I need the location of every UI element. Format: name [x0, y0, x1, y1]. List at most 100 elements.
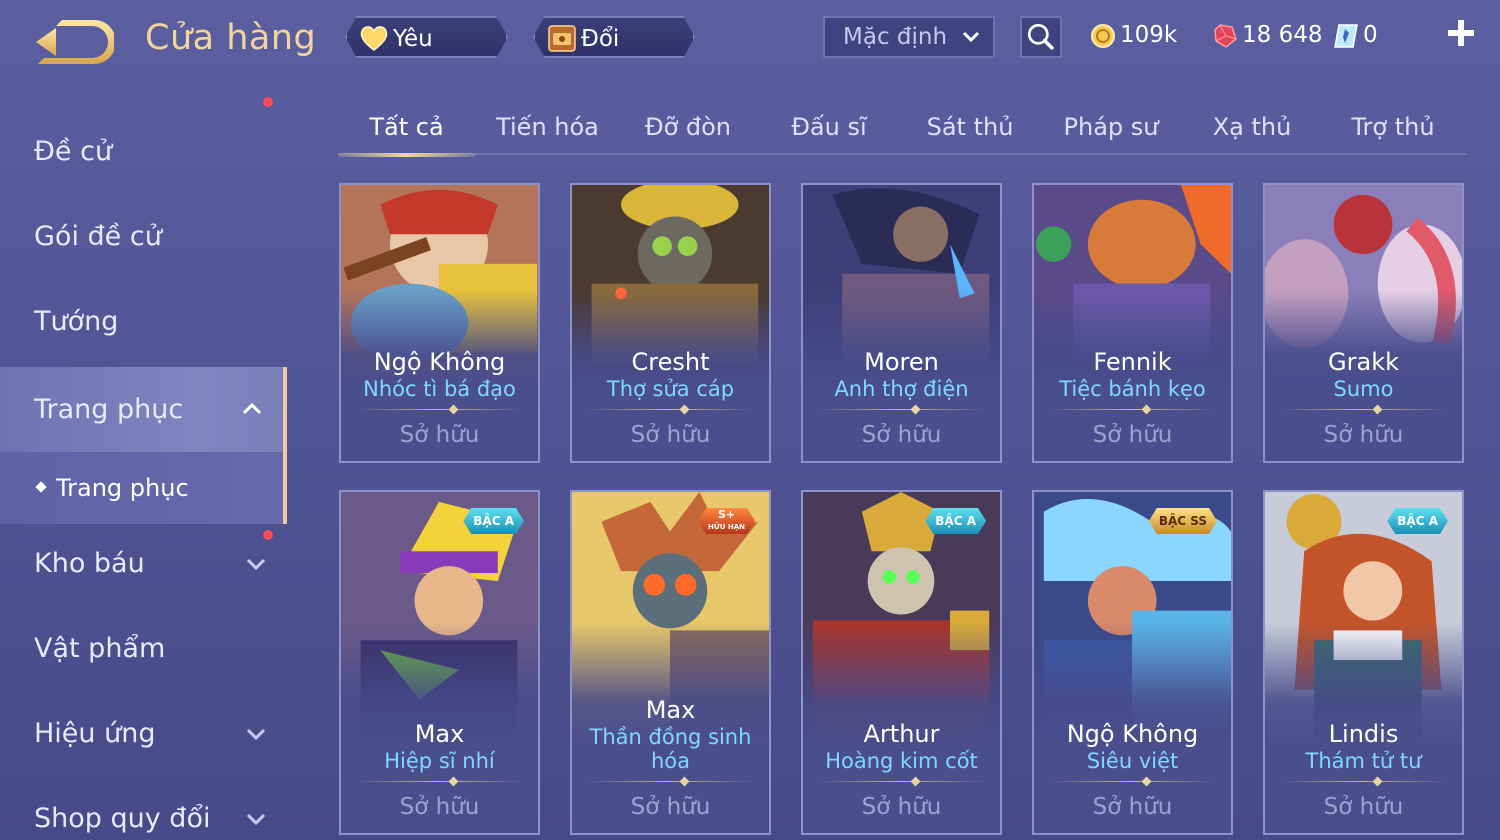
- chevron-down-icon: [246, 813, 266, 826]
- owned-status: Sở hữu: [1323, 422, 1404, 448]
- skin-name: Thợ sửa cáp: [606, 377, 735, 401]
- tier-badge-label: S+: [717, 508, 736, 521]
- skin-name: Siêu việt: [1086, 749, 1179, 773]
- skin-card[interactable]: Ngộ Không Nhóc tì bá đạo Sở hữu: [339, 183, 540, 463]
- card-info: Grakk Sumo Sở hữu: [1265, 347, 1462, 461]
- hero-name: Ngộ Không: [1066, 720, 1199, 748]
- tier-badge-sub: HỮU HẠN: [708, 523, 745, 531]
- owned-status: Sở hữu: [399, 422, 480, 448]
- sidebar: Đề cử Gói đề cử Tướng Trang phục Trang p…: [0, 97, 287, 840]
- skin-card[interactable]: Grakk Sumo Sở hữu: [1263, 183, 1464, 463]
- back-arrow-icon[interactable]: [34, 20, 114, 66]
- tab-assassin[interactable]: Sát thủ: [902, 105, 1038, 155]
- skin-card[interactable]: S+ HỮU HẠN Max Thần đồng sinh hóa Sở hữu: [570, 490, 771, 835]
- sidebar-item-skins[interactable]: Trang phục: [0, 367, 287, 452]
- exchange-fragments-button[interactable]: Đổi mảnh: [533, 16, 695, 58]
- gold-amount: 109k: [1120, 22, 1178, 48]
- tab-marksman[interactable]: Xạ thủ: [1184, 105, 1320, 155]
- card-divider: [586, 403, 755, 417]
- skin-card[interactable]: BẬC A Lindis Thám tử tư Sở hữu: [1263, 490, 1464, 835]
- hero-name: Cresht: [631, 348, 710, 376]
- card-info: Ngộ Không Siêu việt Sở hữu: [1034, 719, 1231, 833]
- owned-status: Sở hữu: [630, 794, 711, 820]
- sidebar-subitem-skins[interactable]: Trang phục: [0, 452, 287, 524]
- owned-status: Sở hữu: [1092, 422, 1173, 448]
- card-divider: [1279, 403, 1448, 417]
- owned-status: Sở hữu: [630, 422, 711, 448]
- skin-name: Nhóc tì bá đạo: [363, 377, 516, 401]
- skin-name: Tiệc bánh kẹo: [1059, 377, 1206, 401]
- sort-value: Mặc định: [843, 24, 948, 50]
- category-tabs: Tất cả Tiến hóa Đỡ đòn Đấu sĩ Sát thủ Ph…: [338, 105, 1466, 157]
- tier-badge: BẬC SS: [1149, 508, 1217, 534]
- skin-card[interactable]: BẬC SS Ngộ Không Siêu việt Sở hữu: [1032, 490, 1233, 835]
- hero-name: Max: [645, 696, 696, 724]
- card-info: Cresht Thợ sửa cáp Sở hữu: [572, 347, 769, 461]
- card-info: Moren Anh thợ điện Sở hữu: [803, 347, 1000, 461]
- top-bar: Cửa hàng Yêu thích Đổi mảnh Mặc định 109…: [0, 0, 1500, 80]
- search-button[interactable]: [1020, 16, 1062, 58]
- chevron-up-icon: [242, 402, 262, 415]
- sort-dropdown[interactable]: Mặc định: [823, 16, 995, 58]
- tab-fighter[interactable]: Đấu sĩ: [762, 105, 896, 155]
- sidebar-item-treasure[interactable]: Kho báu: [0, 524, 287, 604]
- skin-card[interactable]: Cresht Thợ sửa cáp Sở hữu: [570, 183, 771, 463]
- tab-support[interactable]: Trợ thủ: [1325, 105, 1461, 155]
- card-divider: [817, 403, 986, 417]
- gem-balance: 18 648: [1212, 18, 1322, 52]
- tab-all[interactable]: Tất cả: [338, 105, 475, 157]
- tier-badge: S+ HỮU HẠN: [698, 508, 755, 534]
- sidebar-item-items[interactable]: Vật phẩm: [0, 609, 287, 689]
- sidebar-item-exchange-shop[interactable]: Shop quy đổi: [0, 779, 287, 840]
- owned-status: Sở hữu: [1323, 794, 1404, 820]
- skin-card[interactable]: BẬC A Max Hiệp sĩ nhí Sở hữu: [339, 490, 540, 835]
- card-divider: [1048, 775, 1217, 789]
- sidebar-item-label: Hiệu ứng: [34, 718, 156, 749]
- tab-evolution[interactable]: Tiến hóa: [480, 105, 615, 155]
- skin-name: Thám tử tư: [1305, 749, 1422, 773]
- chevron-down-icon: [246, 728, 266, 741]
- sidebar-item-featured[interactable]: Đề cử: [0, 112, 287, 192]
- card-divider: [355, 775, 524, 789]
- page-title: Cửa hàng: [145, 18, 317, 58]
- chevron-down-icon: [962, 31, 980, 43]
- notification-dot: [263, 530, 273, 540]
- chevron-down-icon: [246, 558, 266, 571]
- exchange-label: Đổi mảnh: [581, 26, 647, 94]
- card-info: Max Thần đồng sinh hóa Sở hữu: [572, 695, 769, 833]
- hero-name: Lindis: [1328, 720, 1399, 748]
- skin-card[interactable]: Fennik Tiệc bánh kẹo Sở hữu: [1032, 183, 1233, 463]
- card-divider: [355, 403, 524, 417]
- skin-card[interactable]: BẬC A Arthur Hoàng kim cốt Sở hữu: [801, 490, 1002, 835]
- tier-badge: BẬC A: [925, 508, 986, 534]
- voucher-icon: [1334, 23, 1358, 48]
- hero-name: Moren: [864, 348, 939, 376]
- sidebar-item-label: Kho báu: [34, 548, 145, 579]
- card-info: Arthur Hoàng kim cốt Sở hữu: [803, 719, 1000, 833]
- plus-icon[interactable]: [1446, 18, 1476, 48]
- tab-tank[interactable]: Đỡ đòn: [620, 105, 756, 155]
- skin-name: Thần đồng sinh hóa: [589, 725, 752, 773]
- card-divider: [1048, 403, 1217, 417]
- card-info: Lindis Thám tử tư Sở hữu: [1265, 719, 1462, 833]
- notification-dot: [263, 97, 273, 107]
- sidebar-item-effects[interactable]: Hiệu ứng: [0, 694, 287, 774]
- bullet-diamond-icon: [35, 481, 47, 493]
- hero-name: Fennik: [1093, 348, 1172, 376]
- hero-name: Arthur: [863, 720, 940, 748]
- sidebar-item-label: Đề cử: [34, 136, 113, 167]
- skin-name: Anh thợ điện: [834, 377, 969, 401]
- gem-amount: 18 648: [1242, 22, 1323, 48]
- tier-badge: BẬC A: [463, 508, 524, 534]
- sidebar-item-featured-bundles[interactable]: Gói đề cử: [0, 97, 287, 277]
- skin-card[interactable]: Moren Anh thợ điện Sở hữu: [801, 183, 1002, 463]
- gold-coin-icon: [1091, 23, 1115, 48]
- sidebar-item-label: Shop quy đổi: [34, 803, 211, 834]
- gold-balance: 109k: [1090, 18, 1177, 52]
- hero-name: Ngộ Không: [373, 348, 506, 376]
- sidebar-item-label: Vật phẩm: [34, 633, 166, 664]
- card-info: Max Hiệp sĩ nhí Sở hữu: [341, 719, 538, 833]
- tab-mage[interactable]: Pháp sư: [1043, 105, 1179, 155]
- sidebar-item-heroes[interactable]: Tướng: [0, 282, 287, 362]
- favorites-button[interactable]: Yêu thích: [345, 16, 508, 58]
